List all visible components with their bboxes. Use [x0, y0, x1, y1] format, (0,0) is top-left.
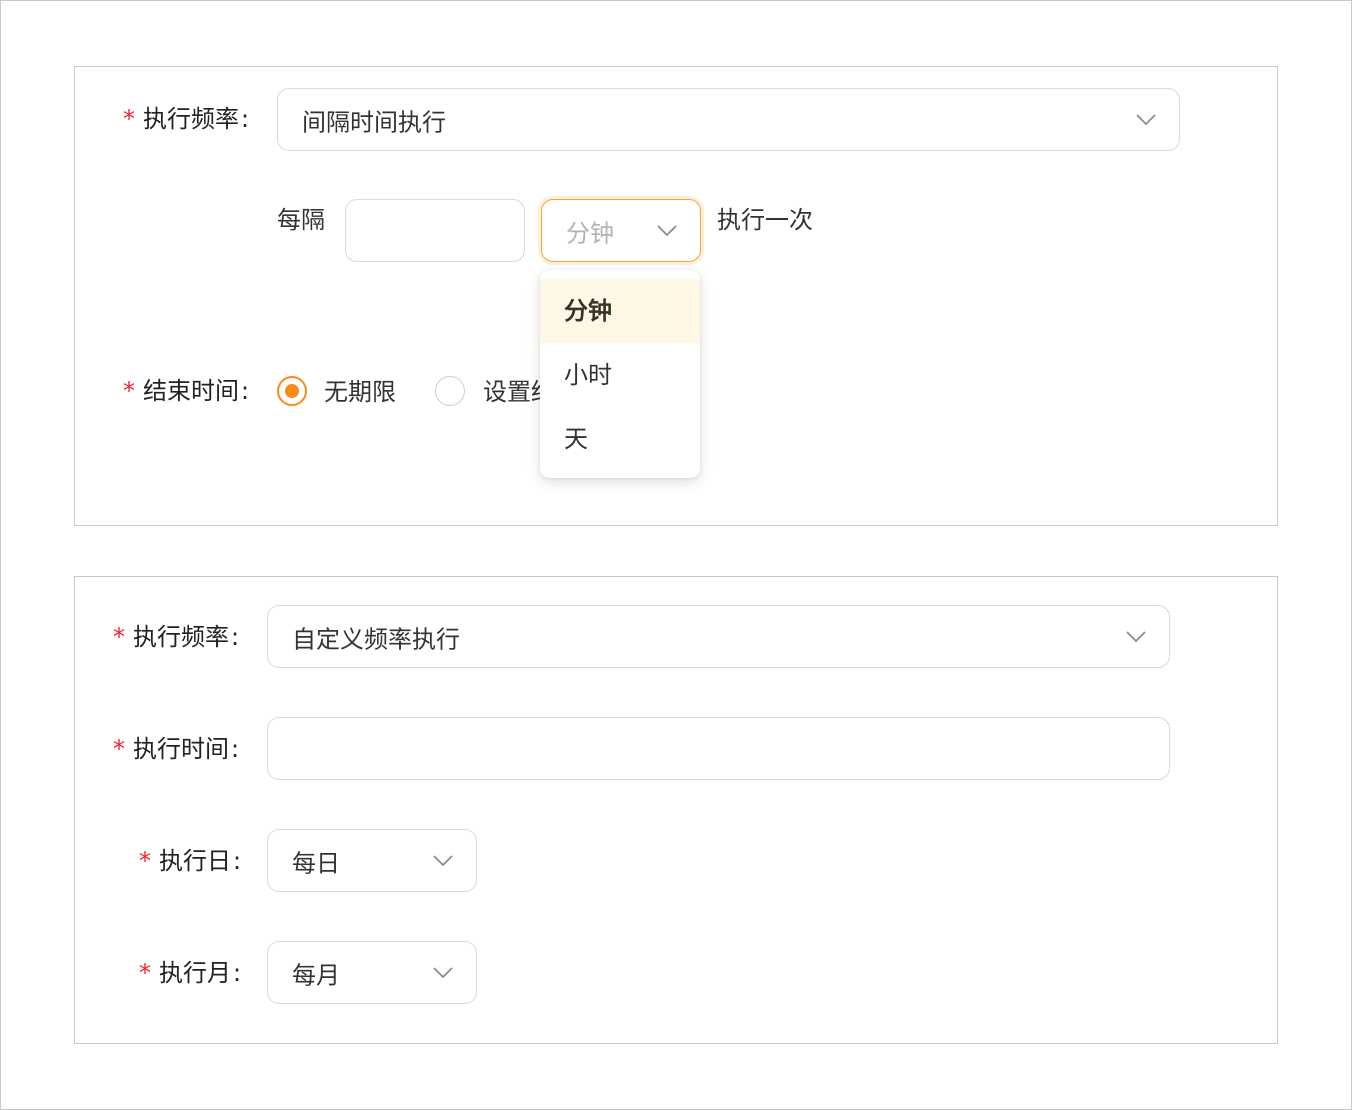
exec-day-select-value: 每日: [292, 849, 340, 877]
dropdown-option-minute[interactable]: 分钟: [540, 279, 700, 343]
chevron-down-icon: [1135, 113, 1157, 127]
required-mark: *: [113, 735, 125, 763]
unit-dropdown-menu: 分钟 小时 天: [540, 270, 700, 478]
interval-unit-select[interactable]: 分钟: [541, 199, 701, 262]
exec-day-select[interactable]: 每日: [267, 829, 477, 892]
radio-no-limit[interactable]: [277, 376, 307, 406]
required-mark: *: [139, 959, 151, 987]
exec-month-select[interactable]: 每月: [267, 941, 477, 1004]
interval-number-input[interactable]: [345, 199, 525, 262]
exec-day-label: * 执行日:: [139, 847, 242, 875]
frequency-label: * 执行频率:: [113, 623, 240, 651]
chevron-down-icon: [432, 966, 454, 980]
required-mark: *: [123, 105, 135, 133]
required-mark: *: [123, 377, 135, 405]
exec-month-label: * 执行月:: [139, 959, 242, 987]
exec-time-label: * 执行时间:: [113, 735, 240, 763]
frequency-label: * 执行频率:: [123, 105, 250, 133]
chevron-down-icon: [656, 224, 678, 238]
radio-no-limit-label[interactable]: 无期限: [324, 376, 396, 408]
end-time-label: * 结束时间:: [123, 377, 250, 405]
radio-set-end[interactable]: [435, 376, 465, 406]
exec-month-select-value: 每月: [292, 961, 340, 989]
chevron-down-icon: [1125, 630, 1147, 644]
required-mark: *: [113, 623, 125, 651]
dropdown-option-day[interactable]: 天: [540, 407, 700, 471]
frequency-select[interactable]: 自定义频率执行: [267, 605, 1170, 668]
exec-time-input[interactable]: [267, 717, 1170, 780]
chevron-down-icon: [432, 854, 454, 868]
interval-prefix: 每隔: [277, 206, 325, 234]
interval-suffix: 执行一次: [717, 206, 813, 234]
dropdown-option-hour[interactable]: 小时: [540, 343, 700, 407]
frequency-select-value: 间隔时间执行: [302, 108, 446, 136]
required-mark: *: [139, 847, 151, 875]
interval-unit-select-value: 分钟: [566, 219, 614, 247]
frequency-select[interactable]: 间隔时间执行: [277, 88, 1180, 151]
frequency-select-value: 自定义频率执行: [292, 625, 460, 653]
